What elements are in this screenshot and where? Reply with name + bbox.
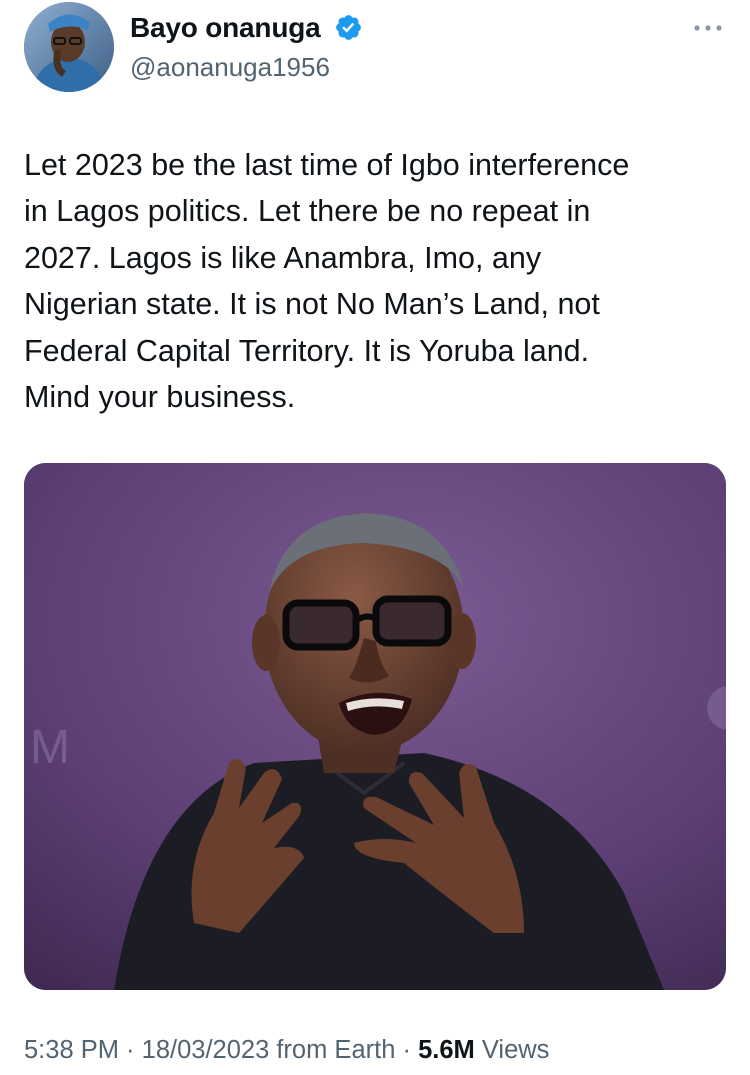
views-count[interactable]: 5.6M xyxy=(418,1036,475,1064)
svg-text:M: M xyxy=(30,721,70,774)
tweet-date[interactable]: 18/03/2023 xyxy=(142,1036,270,1064)
tweet-meta: 5:38 PM · 18/03/2023 from Earth · 5.6M V… xyxy=(24,1036,549,1065)
meta-separator: · xyxy=(118,1036,142,1064)
more-options-button[interactable] xyxy=(686,10,730,46)
display-name[interactable]: Bayo onanuga xyxy=(130,12,321,44)
author-handle[interactable]: @aonanuga1956 xyxy=(130,52,330,83)
avatar[interactable] xyxy=(24,2,114,92)
tweet-photo[interactable]: M xyxy=(24,463,726,990)
tweet: Bayo onanuga @aonanuga1956 Let 2023 be t… xyxy=(0,0,750,1075)
tweet-text: Let 2023 be the last time of Igbo interf… xyxy=(24,148,630,415)
verified-badge-icon xyxy=(336,15,361,40)
more-options-icon xyxy=(694,25,722,31)
tweet-source: from Earth xyxy=(269,1036,396,1064)
views-label: Views xyxy=(474,1036,550,1064)
tweet-time[interactable]: 5:38 PM xyxy=(24,1036,119,1064)
meta-separator: · xyxy=(395,1036,419,1064)
